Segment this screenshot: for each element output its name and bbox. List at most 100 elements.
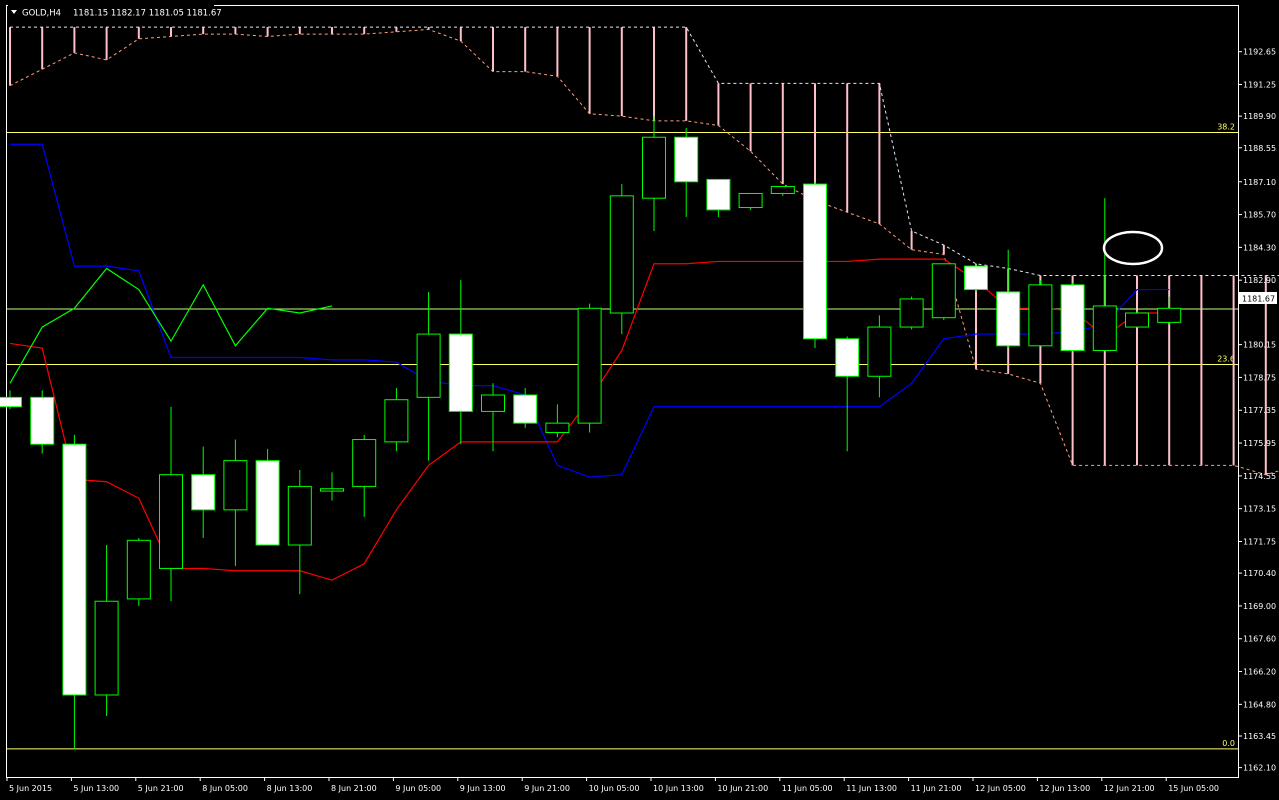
candle-body	[320, 488, 344, 492]
candle-body	[577, 307, 602, 424]
candle-body	[448, 333, 473, 412]
candle	[899, 296, 924, 330]
time-tick-label: 10 Jun 05:00	[589, 784, 640, 793]
candle-body	[223, 460, 248, 511]
price-tick-label: 1173.15	[1243, 505, 1276, 514]
candle	[1028, 280, 1053, 347]
time-tick-label: 9 Jun 13:00	[460, 784, 506, 793]
candle-body	[1157, 307, 1182, 323]
candle-body	[513, 394, 538, 424]
time-tick-label: 9 Jun 05:00	[395, 784, 441, 793]
candle	[577, 303, 602, 433]
candle-body	[416, 333, 441, 398]
ohlc-label: 1181.15 1182.17 1181.05 1181.67	[73, 9, 222, 19]
price-tick-label: 1184.30	[1243, 243, 1276, 252]
price-tick-label: 1162.10	[1243, 764, 1276, 773]
price-tick-label: 1171.75	[1243, 537, 1276, 546]
price-tick-label: 1169.00	[1243, 602, 1276, 611]
candle-body	[835, 338, 860, 377]
chart-background	[0, 0, 1279, 796]
chart-canvas[interactable]: 38.2 23.6 0.0 1192.65 1191.25 1189.90 1188.55…	[0, 0, 1279, 796]
candle-body	[996, 291, 1021, 347]
candle	[1125, 310, 1149, 328]
candle-body	[126, 539, 151, 600]
candle-body	[706, 178, 731, 211]
candle-body	[191, 474, 216, 511]
candle-body	[1125, 312, 1149, 328]
price-tick-label: 1189.90	[1243, 112, 1276, 121]
candle	[1060, 282, 1085, 351]
time-tick-label: 12 Jun 21:00	[1104, 784, 1155, 793]
fib-level-label: 0.0	[1222, 739, 1235, 748]
candle-body	[931, 263, 956, 319]
time-tick-label: 5 Jun 21:00	[138, 784, 184, 793]
candle-body	[30, 396, 55, 445]
time-tick-label: 5 Jun 2015	[9, 784, 52, 793]
candle-body	[1060, 284, 1085, 351]
time-tick-label: 9 Jun 21:00	[524, 784, 570, 793]
candle-body	[159, 474, 183, 569]
time-tick-label: 8 Jun 13:00	[267, 784, 313, 793]
price-tick-label: 1164.80	[1243, 700, 1276, 709]
candle-body	[481, 394, 505, 412]
price-tick-label: 1188.55	[1243, 144, 1276, 153]
price-tick-label: 1178.75	[1243, 373, 1276, 382]
candle-body	[1092, 305, 1117, 351]
price-tick-label: 1185.70	[1243, 211, 1276, 220]
chart-window[interactable]: 38.2 23.6 0.0 1192.65 1191.25 1189.90 1188.55…	[0, 0, 1279, 796]
candle-body	[94, 600, 119, 696]
price-tick-label: 1175.95	[1243, 439, 1276, 448]
time-tick-label: 8 Jun 05:00	[202, 784, 248, 793]
current-price-marker: 1181.67	[1239, 292, 1277, 304]
price-tick-label: 1174.55	[1243, 472, 1276, 481]
price-tick-label: 1191.25	[1243, 81, 1276, 90]
candle-body	[384, 399, 409, 443]
symbol-label: GOLD,H4	[22, 9, 61, 19]
price-tick-label: 1170.40	[1243, 569, 1276, 578]
candle-body	[609, 195, 634, 314]
candle-body	[738, 192, 763, 209]
time-tick-label: 5 Jun 13:00	[73, 784, 119, 793]
time-tick-label: 11 Jun 05:00	[782, 784, 833, 793]
candle-body	[899, 298, 924, 328]
candle-body	[62, 443, 87, 696]
time-tick-label: 12 Jun 05:00	[975, 784, 1026, 793]
candle-body	[770, 185, 795, 194]
candle-body	[287, 485, 312, 546]
price-tick-label: 1180.15	[1243, 341, 1276, 350]
candle	[30, 390, 55, 454]
time-tick-label: 11 Jun 13:00	[846, 784, 897, 793]
price-tick-label: 1182.90	[1243, 276, 1276, 285]
candle	[126, 537, 151, 606]
price-tick-label: 1166.20	[1243, 668, 1276, 677]
price-tick-label: 1177.35	[1243, 406, 1276, 415]
candle-body	[964, 265, 988, 291]
time-tick-label: 10 Jun 13:00	[653, 784, 704, 793]
candle-body	[0, 396, 22, 408]
candle	[803, 181, 827, 349]
time-tick-label: 10 Jun 21:00	[717, 784, 768, 793]
candle-body	[867, 326, 892, 377]
candle	[738, 192, 763, 210]
fib-level-label: 38.2	[1217, 123, 1235, 132]
candle-body	[803, 183, 827, 340]
candle	[931, 263, 956, 321]
time-tick-label: 8 Jun 21:00	[331, 784, 377, 793]
time-tick-label: 15 Jun 05:00	[1168, 784, 1219, 793]
candle-body	[545, 422, 570, 434]
time-tick-label: 11 Jun 21:00	[911, 784, 962, 793]
time-tick-label: 12 Jun 13:00	[1039, 784, 1090, 793]
current-price-label: 1181.67	[1242, 295, 1275, 304]
candle	[255, 448, 280, 546]
price-tick-label: 1192.65	[1243, 48, 1276, 57]
candle-body	[255, 460, 280, 546]
candle-body	[642, 136, 666, 199]
candle-body	[352, 439, 377, 487]
price-tick-label: 1163.45	[1243, 732, 1276, 741]
candle-body	[1028, 284, 1053, 347]
price-tick-label: 1167.60	[1243, 635, 1276, 644]
fib-level-label: 23.6	[1217, 355, 1235, 364]
candle	[964, 263, 988, 292]
price-tick-label: 1187.10	[1243, 178, 1276, 187]
symbol-header[interactable]: GOLD,H4 1181.15 1182.17 1181.05 1181.67	[8, 5, 222, 19]
